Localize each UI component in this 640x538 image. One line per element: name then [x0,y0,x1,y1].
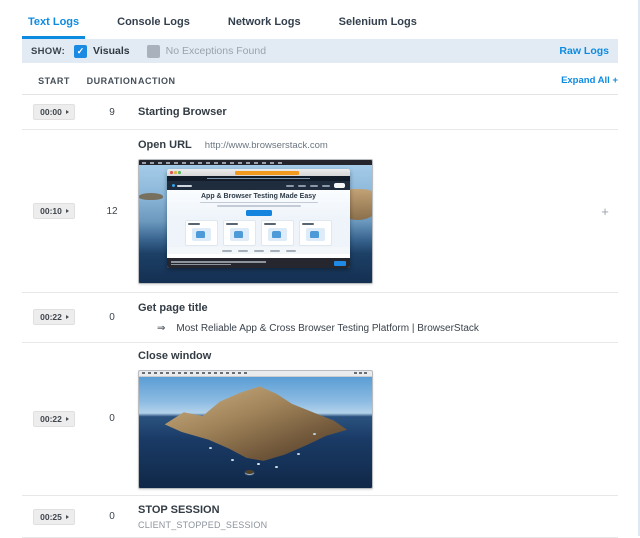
log-row-get-page-title: 00:22 0 Get page title ⇒ Most Reliable A… [22,293,618,343]
column-duration: DURATION [86,75,138,86]
start-time-button[interactable]: 00:22 [33,410,75,427]
small-rock [245,469,254,474]
log-row-close-window: 00:22 0 Close window [22,343,618,496]
action-cell: STOP SESSION CLIENT_STOPPED_SESSION [138,503,592,530]
action-cell: Close window [138,349,592,489]
announcement-strip [167,176,350,182]
play-icon [65,514,69,519]
macos-menubar [139,160,372,166]
start-time-label: 00:25 [40,511,62,522]
action-title: Open URL [138,139,192,151]
hero-subtext-line [216,205,301,207]
browserstack-logo-text [177,184,192,187]
action-title: Close window [138,349,212,362]
island-left [139,193,163,201]
hero-subtext-line [199,201,318,204]
duration-value: 0 [109,311,115,323]
macos-menubar [139,370,372,377]
play-icon [65,315,69,320]
start-time-button[interactable]: 00:25 [33,508,75,525]
opened-url-text: http://www.browserstack.com [204,140,328,151]
log-tabs: Text Logs Console Logs Network Logs Sele… [22,0,618,39]
browserstack-homepage-screenshot[interactable]: App & Browser Testing Made Easy [138,159,373,285]
cookie-accept-button [334,261,346,266]
product-card [261,220,294,247]
start-time-label: 00:00 [40,107,62,117]
filter-no-exceptions-label: No Exceptions Found [165,45,267,57]
mini-browser-window: App & Browser Testing Made Easy [167,169,350,269]
filter-visuals-label: Visuals [93,45,130,57]
cookie-banner [167,258,350,269]
product-card [299,220,332,247]
start-time-label: 00:22 [40,312,62,323]
action-cell: Get page title ⇒ Most Reliable App & Cro… [138,301,592,333]
browserstack-logo-icon [172,184,175,188]
duration-value: 9 [109,106,115,118]
raw-logs-link[interactable]: Raw Logs [559,45,609,57]
duration-value: 12 [106,205,118,217]
cookie-text-lines [171,261,266,266]
log-table-header: START DURATION ACTION Expand All + [22,75,618,95]
play-icon [65,416,69,421]
nav-signup-button [334,183,345,189]
surf-foam [257,462,260,465]
page-title-result: Most Reliable App & Cross Browser Testin… [176,322,479,334]
nav-item [310,184,318,187]
no-exceptions-checkbox-icon[interactable] [146,44,160,58]
nav-item [298,184,306,187]
play-icon [65,110,69,114]
nav-item [322,184,330,187]
nav-item [286,184,294,187]
start-time-button[interactable]: 00:10 [33,203,75,220]
action-title: Get page title [138,302,208,315]
log-row-starting-browser: 00:00 9 Starting Browser [22,95,618,130]
address-bar-highlight [234,170,299,175]
tab-console-logs[interactable]: Console Logs [111,6,196,39]
product-cards-row [167,218,350,248]
hero-cta-button [245,209,272,216]
mini-browser-titlebar [167,169,350,177]
show-label: SHOW: [31,45,66,57]
visuals-checkbox-icon[interactable]: ✓ [74,44,88,58]
product-card [185,220,218,247]
column-action: ACTION [138,75,176,86]
column-start: START [38,75,70,86]
tab-selenium-logs[interactable]: Selenium Logs [333,6,423,39]
mini-hero-section: App & Browser Testing Made Easy [167,190,350,219]
tab-network-logs[interactable]: Network Logs [222,6,307,39]
action-cell: Open URL http://www.browserstack.com App… [138,138,592,285]
product-card [223,220,256,247]
tab-text-logs[interactable]: Text Logs [22,6,86,39]
text-logs-panel: Text Logs Console Logs Network Logs Sele… [0,0,640,538]
expand-row-icon[interactable]: + [601,205,609,218]
macos-desktop-screenshot[interactable] [138,369,373,489]
expand-all-link[interactable]: Expand All + [561,75,618,86]
start-time-button[interactable]: 00:22 [33,309,75,326]
start-time-button[interactable]: 00:00 [33,104,75,120]
traffic-light-close-icon [170,171,173,175]
show-filter-bar: SHOW: ✓ Visuals No Exceptions Found Raw … [22,39,618,63]
duration-value: 0 [109,511,115,523]
play-icon [65,209,69,214]
action-title: Starting Browser [138,105,227,118]
result-arrow-icon: ⇒ [157,322,166,334]
partner-logos-row [167,247,350,255]
catalina-island [164,386,348,461]
traffic-light-minimize-icon [174,171,177,175]
traffic-light-zoom-icon [178,171,181,175]
log-row-open-url: 00:10 12 Open URL http://www.browserstac… [22,130,618,294]
action-title: STOP SESSION [138,503,220,516]
duration-value: 0 [109,413,115,425]
mini-site-navbar [167,181,350,191]
stop-reason-text: CLIENT_STOPPED_SESSION [138,520,268,531]
filter-no-exceptions[interactable]: No Exceptions Found [146,44,267,58]
log-row-stop-session: 00:25 0 STOP SESSION CLIENT_STOPPED_SESS… [22,496,618,538]
start-time-label: 00:22 [40,413,62,424]
hero-title: App & Browser Testing Made Easy [200,192,316,200]
filter-visuals[interactable]: ✓ Visuals [74,44,130,58]
start-time-label: 00:10 [40,206,62,217]
